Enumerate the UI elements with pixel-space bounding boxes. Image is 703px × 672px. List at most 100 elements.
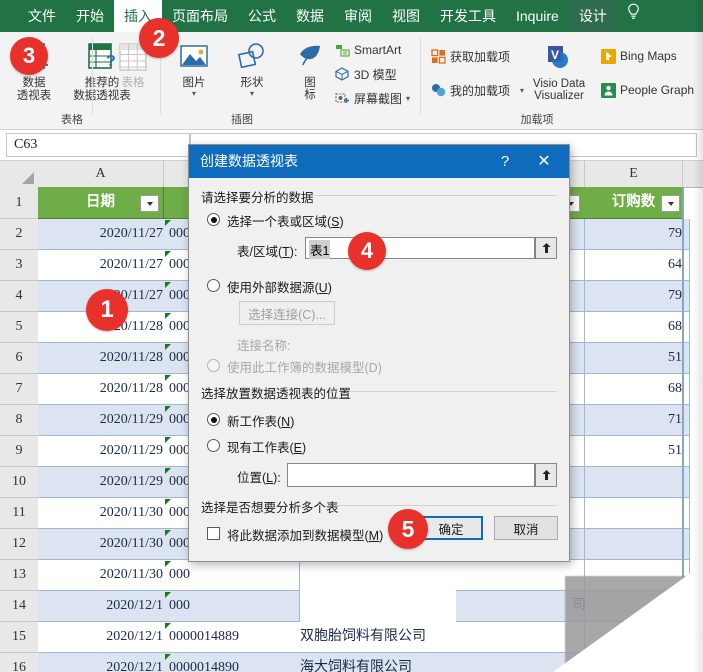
- ribbon-tab-formulas[interactable]: 公式: [238, 0, 286, 32]
- radio-external-source[interactable]: [207, 279, 220, 292]
- cancel-button[interactable]: 取消: [494, 516, 558, 540]
- cell-a8[interactable]: 2020/11/29: [38, 405, 171, 436]
- cell-a7[interactable]: 2020/11/28: [38, 374, 171, 405]
- smartart-button[interactable]: SmartArt: [334, 40, 401, 60]
- row-header-9[interactable]: 9: [0, 436, 39, 467]
- ribbon-tab-data[interactable]: 数据: [286, 0, 334, 32]
- cell-a10[interactable]: 2020/11/29: [38, 467, 171, 498]
- column-header-a[interactable]: A: [38, 161, 164, 187]
- radio-data-model-label[interactable]: 使用此工作簿的数据模型(D): [227, 357, 382, 376]
- cell-a11[interactable]: 2020/11/30: [38, 498, 171, 529]
- ribbon-tab-review[interactable]: 审阅: [334, 0, 382, 32]
- cell-e8[interactable]: 71: [585, 405, 690, 436]
- row-header-4[interactable]: 4: [0, 281, 39, 312]
- filter-button-qty[interactable]: [661, 195, 680, 212]
- cell-e3[interactable]: 64: [585, 250, 690, 281]
- cell-a9[interactable]: 2020/11/29: [38, 436, 171, 467]
- row-header-11[interactable]: 11: [0, 498, 39, 529]
- ribbon-tab-home[interactable]: 开始: [66, 0, 114, 32]
- visio-data-visualizer-button[interactable]: V Visio Data Visualizer: [526, 38, 592, 102]
- column-header-e[interactable]: E: [585, 161, 683, 187]
- cell-a2[interactable]: 2020/11/27: [38, 219, 171, 250]
- row-header-14[interactable]: 14: [0, 591, 39, 622]
- row-header-7[interactable]: 7: [0, 374, 39, 405]
- question-mark-icon[interactable]: ?: [491, 145, 519, 178]
- radio-new-worksheet-label[interactable]: 新工作表(N): [227, 411, 294, 430]
- row-header-15[interactable]: 15: [0, 622, 39, 653]
- ribbon-tab-view[interactable]: 视图: [382, 0, 430, 32]
- row-header-10[interactable]: 10: [0, 467, 39, 498]
- lightbulb-icon[interactable]: [617, 0, 651, 32]
- ribbon-body: 数据 透视表 ? 推荐的 数据透视表 表格: [0, 32, 703, 130]
- radio-select-range[interactable]: [207, 213, 220, 226]
- row-header-8[interactable]: 8: [0, 405, 39, 436]
- screenshot-button[interactable]: 屏幕截图 ▾: [334, 88, 410, 108]
- row-header-6[interactable]: 6: [0, 343, 39, 374]
- screenshot-caret-icon[interactable]: ▾: [406, 94, 410, 103]
- cell-a15[interactable]: 2020/12/1: [38, 622, 171, 653]
- filter-button-date[interactable]: [140, 195, 159, 212]
- get-addins-button[interactable]: 获取加载项: [430, 46, 510, 66]
- cell-e4[interactable]: 79: [585, 281, 690, 312]
- cell-a16[interactable]: 2020/12/1: [38, 653, 171, 672]
- dialog-title-bar[interactable]: 创建数据透视表 ? ✕: [189, 145, 569, 178]
- checkbox-add-to-data-model-label[interactable]: 将此数据添加到数据模型(M): [227, 525, 383, 544]
- close-icon[interactable]: ✕: [527, 145, 561, 178]
- range-picker-button[interactable]: [535, 237, 557, 259]
- checkbox-add-to-data-model[interactable]: [207, 527, 220, 540]
- cell-a13[interactable]: 2020/11/30: [38, 560, 171, 591]
- shapes-caret-icon[interactable]: ▾: [224, 90, 280, 98]
- cell-c16[interactable]: 海大饲料有限公司: [295, 653, 461, 672]
- radio-data-model[interactable]: [207, 359, 220, 372]
- row-header-5[interactable]: 5: [0, 312, 39, 343]
- cell-e11[interactable]: [585, 498, 690, 529]
- cell-e6[interactable]: 51: [585, 343, 690, 374]
- cell-b16[interactable]: 0000014890: [164, 653, 300, 672]
- row-header-16[interactable]: 16: [0, 653, 39, 672]
- 3d-model-button[interactable]: 3D 模型: [334, 64, 397, 84]
- cell-e10[interactable]: [585, 467, 690, 498]
- my-addins-button[interactable]: 我的加载项 ▾: [430, 80, 524, 100]
- cell-e2[interactable]: 79: [585, 219, 690, 250]
- row-header-3[interactable]: 3: [0, 250, 39, 281]
- row-header-2[interactable]: 2: [0, 219, 39, 250]
- name-box[interactable]: C63: [6, 133, 190, 157]
- cell-e5[interactable]: 68: [585, 312, 690, 343]
- radio-existing-worksheet[interactable]: [207, 439, 220, 452]
- cell-b14[interactable]: 000: [164, 591, 300, 622]
- cell-e7[interactable]: 68: [585, 374, 690, 405]
- radio-new-worksheet[interactable]: [207, 413, 220, 426]
- choose-connection-button[interactable]: 选择连接(C)...: [239, 301, 335, 325]
- icons-button[interactable]: 图 标: [282, 37, 338, 101]
- bing-maps-button[interactable]: Bing Maps: [600, 46, 677, 66]
- ribbon-tab-design[interactable]: 设计: [569, 0, 617, 32]
- picture-caret-icon[interactable]: ▾: [166, 90, 222, 98]
- location-picker-button[interactable]: [535, 463, 557, 487]
- ribbon-tab-developer[interactable]: 开发工具: [430, 0, 506, 32]
- radio-external-source-label[interactable]: 使用外部数据源(U): [227, 277, 332, 296]
- people-graph-button[interactable]: People Graph: [600, 80, 694, 100]
- shapes-button[interactable]: 形状 ▾: [224, 37, 280, 98]
- cell-b15[interactable]: 0000014889: [164, 622, 300, 653]
- cell-b13[interactable]: 000: [164, 560, 300, 591]
- table-range-input[interactable]: 表1: [305, 237, 535, 259]
- row-header-1[interactable]: 1: [0, 187, 39, 219]
- cell-a14[interactable]: 2020/12/1: [38, 591, 171, 622]
- row-header-12[interactable]: 12: [0, 529, 39, 560]
- cell-e9[interactable]: 51: [585, 436, 690, 467]
- ribbon-tab-inquire[interactable]: Inquire: [506, 0, 569, 32]
- my-addins-caret-icon[interactable]: ▾: [520, 86, 524, 95]
- cell-c15[interactable]: 双胞胎饲料有限公司: [295, 622, 461, 653]
- ribbon-group-illustrations: 图片 ▾ 形状 ▾: [162, 32, 402, 129]
- ribbon-tab-file[interactable]: 文件: [18, 0, 66, 32]
- select-all-corner[interactable]: [0, 161, 39, 187]
- ok-button[interactable]: 确定: [419, 516, 483, 540]
- radio-select-range-label[interactable]: 选择一个表或区域(S): [227, 211, 344, 230]
- row-header-13[interactable]: 13: [0, 560, 39, 591]
- location-input[interactable]: [287, 463, 535, 487]
- cell-e12[interactable]: [585, 529, 690, 560]
- cell-a6[interactable]: 2020/11/28: [38, 343, 171, 374]
- radio-existing-worksheet-label[interactable]: 现有工作表(E): [227, 437, 306, 456]
- cell-a12[interactable]: 2020/11/30: [38, 529, 171, 560]
- cell-a3[interactable]: 2020/11/27: [38, 250, 171, 281]
